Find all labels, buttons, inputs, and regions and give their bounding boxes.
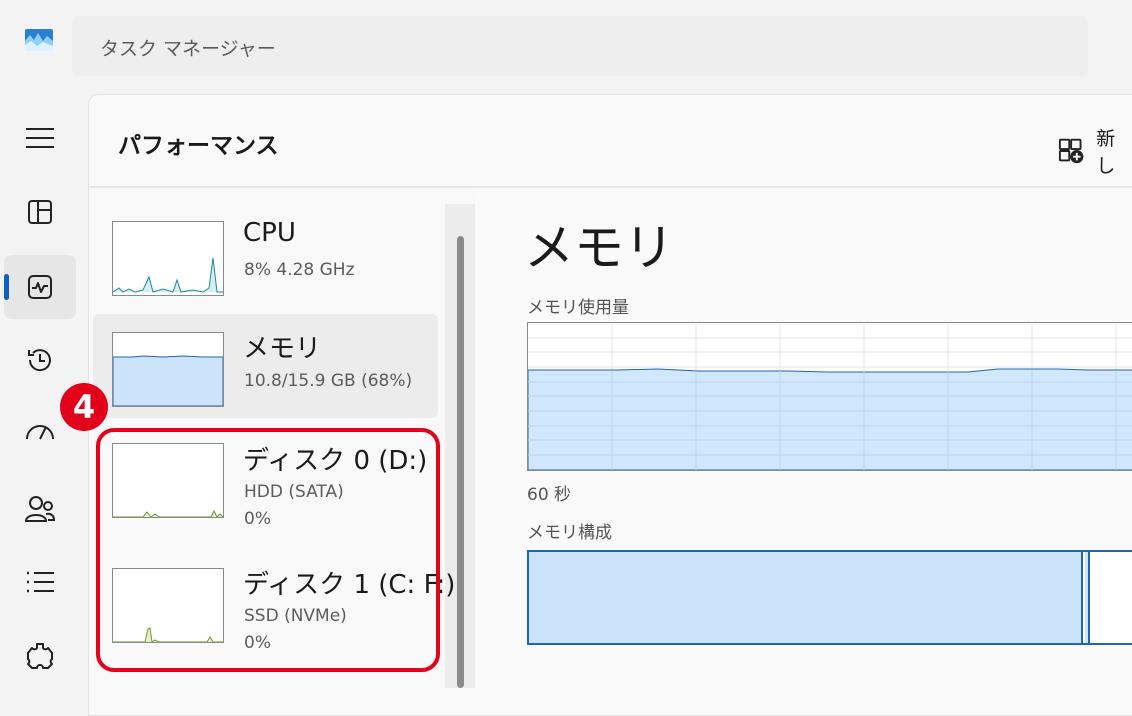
task-manager-app-icon [25, 29, 53, 51]
active-nav-indicator [4, 274, 9, 300]
memory-label: メモリ [243, 334, 322, 364]
new-task-label: 新し [1096, 128, 1116, 177]
performance-icon [28, 275, 52, 299]
cpu-label: CPU [243, 218, 296, 248]
scrollbar-thumb[interactable] [457, 236, 464, 688]
memory-in-use-segment [529, 552, 1083, 643]
nav-app-history[interactable] [4, 328, 76, 392]
memory-modified-segment [1085, 552, 1090, 643]
nav-details[interactable] [4, 550, 76, 614]
services-icon [27, 643, 53, 669]
memory-usage-label: メモリ使用量 [527, 298, 629, 318]
step-number-badge: 4 [60, 383, 108, 431]
startup-apps-icon [26, 425, 54, 440]
memory-thumbnail-graph [112, 332, 224, 407]
memory-composition-bar [527, 550, 1132, 645]
nav-processes[interactable] [4, 180, 76, 244]
hamburger-menu-icon [26, 128, 54, 148]
detail-title: メモリ [524, 219, 674, 277]
nav-users[interactable] [4, 477, 76, 541]
cpu-usage: 8% 4.28 GHz [244, 260, 355, 280]
nav-performance[interactable] [4, 255, 76, 319]
hamburger-menu-button[interactable] [4, 106, 76, 170]
memory-usage: 10.8/15.9 GB (68%) [244, 371, 413, 391]
nav-services[interactable] [4, 624, 76, 688]
memory-composition-label: メモリ構成 [527, 523, 612, 543]
new-task-icon [1058, 138, 1084, 164]
processes-icon [28, 200, 52, 224]
details-icon [27, 571, 54, 593]
app-history-icon [28, 349, 51, 372]
page-title: パフォーマンス [118, 133, 279, 159]
highlight-box [96, 428, 440, 672]
time-span-label: 60 秒 [527, 485, 572, 505]
new-task-button[interactable]: 新し [1058, 124, 1132, 178]
users-icon [24, 496, 56, 522]
cpu-thumbnail-graph [112, 221, 224, 296]
memory-usage-graph [527, 322, 1132, 471]
app-title: タスク マネージャー [100, 38, 276, 60]
